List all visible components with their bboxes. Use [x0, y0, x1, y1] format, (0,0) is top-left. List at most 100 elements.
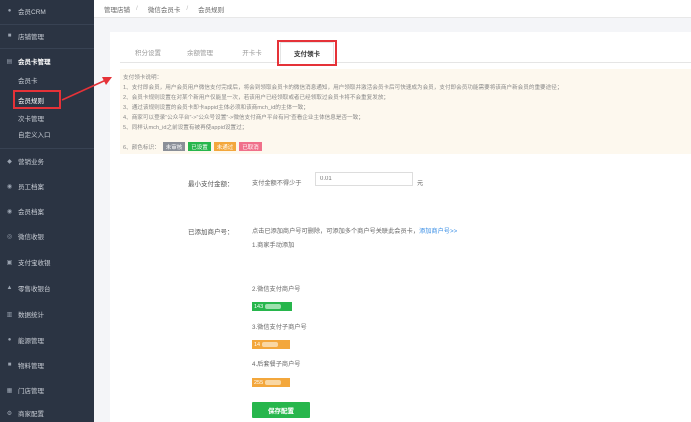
settings-panel: 积分设置 余额管理 开卡卡 支付领卡 支付领卡说明： 1、支付即会员，用户会员用… [110, 32, 691, 422]
breadcrumb: 管理店铺 / 微信会员卡 / 会员规则 [94, 0, 691, 18]
sidebar-subitem-times-card[interactable]: 次卡管理 [18, 111, 44, 124]
tab-balance[interactable]: 余额管理 [180, 42, 220, 62]
min-pay-unit: 元 [417, 180, 424, 187]
sidebar-item-config[interactable]: ⚙ 商家配置 [0, 404, 94, 422]
sidebar-item-label: 店铺管理 [18, 34, 44, 41]
shop-icon: ▦ [6, 387, 13, 394]
config-icon: ⚙ [6, 410, 13, 417]
notes-line: 4、商家可以登录“公众平台”->“公众号设置”->微信支付商户平台有问“查看企业… [123, 115, 364, 121]
sidebar-item-label: 员工档案 [18, 184, 44, 191]
highlight-box-sidebar [13, 90, 61, 109]
card-icon: ▤ [6, 58, 13, 65]
notes-line: 3、通过该规则设置的会员卡即卡appid主体必须和该商mch_id的主体一致； [123, 105, 309, 111]
merchant-chip-masked [265, 380, 282, 385]
material-icon: ■ [7, 362, 12, 368]
member-icon: ◉ [6, 208, 13, 215]
tab-open-card[interactable]: 开卡卡 [232, 42, 272, 62]
sidebar-item-pos[interactable]: ▲ 零售收银台 [0, 279, 94, 297]
sidebar-item-card-management[interactable]: ▤ 会员卡管理 [0, 52, 94, 70]
merchant-group-title: 4.后套餐子商户号 [252, 361, 301, 368]
notes-title: 支付领卡说明： [123, 75, 163, 81]
staff-icon: ◉ [6, 183, 13, 190]
status-badge-cancelled: 已取消 [239, 142, 262, 151]
sidebar-item-label: 微信收银 [18, 234, 44, 241]
sidebar-item-members[interactable]: ◉ 会员档案 [0, 202, 94, 220]
breadcrumb-item-current: 会员规则 [198, 6, 225, 14]
crm-icon: ● [7, 8, 12, 14]
sidebar-subitem-member-card[interactable]: 会员卡 [18, 73, 38, 86]
min-pay-input[interactable] [315, 172, 413, 186]
sidebar-item-marketing[interactable]: ◆ 营销业务 [0, 152, 94, 170]
status-badge-unreviewed: 未审核 [162, 142, 186, 151]
instructions-box: 支付领卡说明： 1、支付即会员，用户会员用户微信支付完成后，将会到领取会员卡的微… [120, 69, 691, 154]
sidebar-subitem-label: 会员卡 [18, 77, 38, 85]
sidebar-item-label: 零售收银台 [18, 286, 51, 293]
sidebar-item-crm[interactable]: ● 会员CRM [0, 2, 94, 20]
merchant-chip-masked [265, 304, 282, 309]
breadcrumb-item[interactable]: 管理店铺 [104, 4, 130, 14]
merchant-group-title: 1.商家手动添加 [252, 242, 295, 249]
sidebar-item-label: 数据统计 [18, 312, 44, 319]
merchant-chip[interactable]: 143 [252, 302, 292, 311]
sidebar-item-label: 商家配置 [18, 411, 44, 418]
alipay-icon: ▣ [6, 259, 13, 266]
status-badge-set: 已设置 [188, 142, 211, 151]
merchant-label: 已添加商户号： [188, 229, 234, 236]
merchant-chip-label: 14 [254, 341, 261, 348]
sidebar: ● 会员CRM ■ 店铺管理 ▤ 会员卡管理 会员卡 会员规则 次卡管理 自定义… [0, 0, 94, 422]
merchant-chip-masked [262, 342, 279, 347]
status-badge-rejected: 未通过 [213, 142, 237, 151]
main-content: 积分设置 余额管理 开卡卡 支付领卡 支付领卡说明： 1、支付即会员，用户会员用… [94, 18, 691, 422]
merchant-group-title: 2.微信支付商户号 [252, 286, 301, 293]
breadcrumb-separator: / [186, 5, 189, 12]
sidebar-item-shop[interactable]: ▦ 门店管理 [0, 381, 94, 399]
marketing-icon: ◆ [7, 158, 12, 165]
sidebar-item-energy[interactable]: ● 能源管理 [0, 331, 94, 349]
sidebar-item-label: 会员卡管理 [18, 59, 51, 66]
wechat-pay-icon: ◎ [6, 233, 13, 240]
breadcrumb-item[interactable]: 微信会员卡 [148, 4, 181, 14]
highlight-box-tab [277, 40, 337, 66]
legend-label: 6、颜色标识： [123, 144, 160, 151]
notes-line: 1、支付即会员，用户会员用户微信支付完成后，将会到领取会员卡的微信消息通知，用户… [123, 85, 563, 91]
breadcrumb-separator: / [136, 5, 138, 12]
sidebar-divider [0, 24, 94, 25]
notes-line: 5、同样认mch_id之前设置有被再使appid设置过； [123, 125, 248, 131]
sidebar-item-stats[interactable]: ▥ 数据统计 [0, 305, 94, 323]
notes-line: 2、会员卡规则设置在对某个新用户仅能显一次，若该用户已经领取或者已经领取过会员卡… [123, 95, 390, 101]
sidebar-item-store[interactable]: ■ 店铺管理 [0, 27, 94, 45]
sidebar-item-label: 会员CRM [18, 9, 46, 16]
add-merchant-link[interactable]: 添加商户号>> [419, 228, 457, 235]
merchant-hint-text: 点击已添加商户号可删除，可添加多个商户号关联此会员卡， [252, 228, 420, 235]
sidebar-subitem-custom-entry[interactable]: 自定义入口 [18, 127, 51, 140]
merchant-chip-label: 255 [254, 379, 264, 386]
sidebar-item-label: 能源管理 [18, 338, 44, 345]
sidebar-item-label: 营销业务 [18, 159, 44, 166]
sidebar-item-wechat-pay[interactable]: ◎ 微信收银 [0, 227, 94, 245]
merchant-hint: 点击已添加商户号可删除，可添加多个商户号关联此会员卡，添加商户号>> [252, 226, 457, 235]
sidebar-item-label: 支付宝收银 [18, 260, 51, 267]
sidebar-subitem-label: 自定义入口 [18, 131, 51, 139]
tab-points[interactable]: 积分设置 [128, 42, 168, 62]
pos-icon: ▲ [6, 285, 13, 291]
min-pay-label: 最小支付金额： [188, 181, 234, 188]
merchant-chip-label: 143 [254, 303, 264, 310]
sidebar-item-label: 会员档案 [18, 209, 44, 216]
sidebar-item-staff[interactable]: ◉ 员工档案 [0, 177, 94, 195]
sidebar-divider [0, 148, 94, 149]
stats-icon: ▥ [6, 311, 13, 318]
sidebar-subitem-label: 次卡管理 [18, 115, 44, 123]
save-config-button[interactable]: 保存配置 [252, 402, 310, 418]
merchant-chip[interactable]: 14 [252, 340, 290, 349]
merchant-group-title: 3.微信支付子商户号 [252, 324, 307, 331]
energy-icon: ● [7, 337, 12, 343]
sidebar-divider [0, 48, 94, 49]
tab-bar: 积分设置 余额管理 开卡卡 支付领卡 [120, 42, 691, 64]
merchant-chip[interactable]: 255 [252, 378, 290, 387]
min-pay-prefix: 支付金额不得少于 [252, 180, 302, 187]
store-icon: ■ [7, 33, 12, 39]
color-legend: 6、颜色标识： 未审核 已设置 未通过 已取消 [123, 141, 265, 152]
sidebar-item-material[interactable]: ■ 物料管理 [0, 356, 94, 374]
sidebar-item-alipay[interactable]: ▣ 支付宝收银 [0, 253, 94, 271]
sidebar-item-label: 物料管理 [18, 363, 44, 370]
